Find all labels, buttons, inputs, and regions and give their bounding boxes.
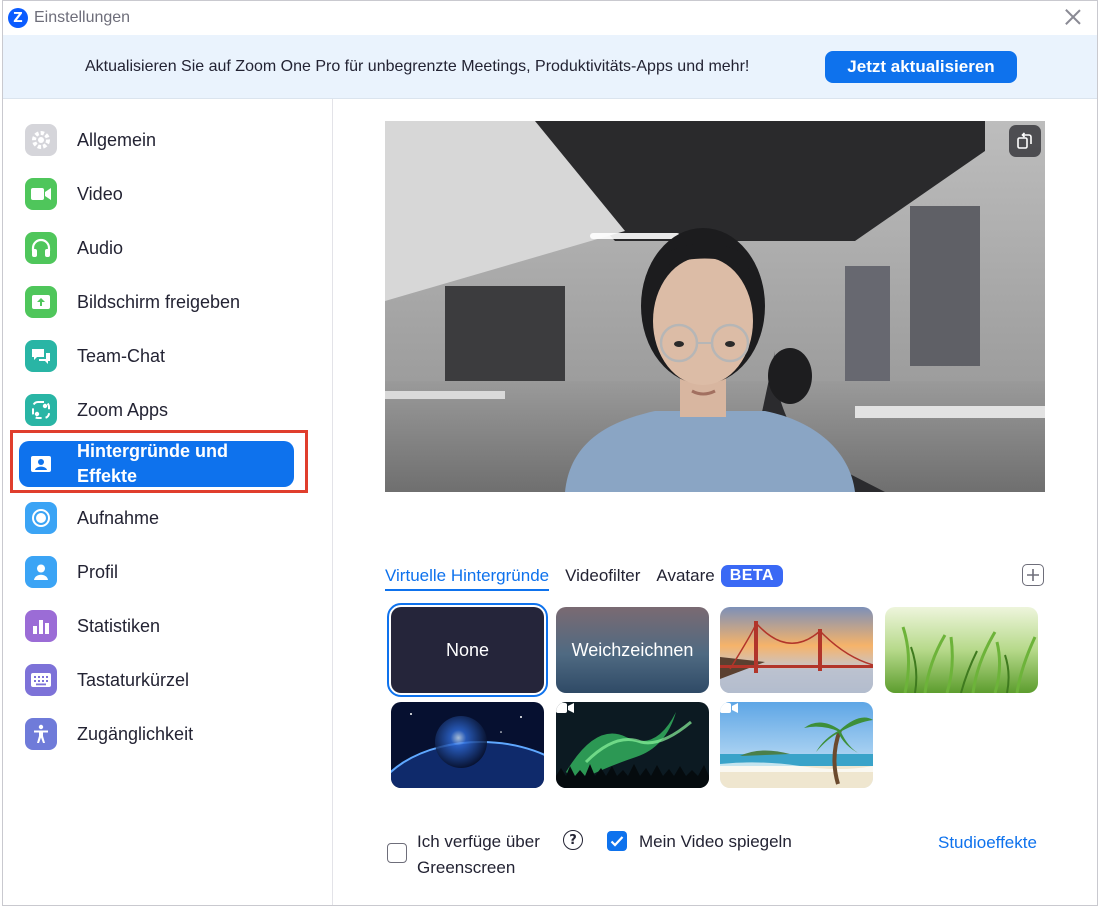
tab-virtuelle-hintergruende[interactable]: Virtuelle Hintergründe — [385, 561, 550, 591]
rotate-icon — [1017, 132, 1032, 149]
background-tile-earth-from-space[interactable] — [391, 702, 544, 788]
accessibility-icon — [25, 718, 57, 750]
sidebar-item-label: Allgemein — [77, 129, 157, 150]
sidebar-item-label: Audio — [77, 237, 124, 258]
chat-bubble-icon — [25, 340, 57, 372]
sidebar-item-bildschirm-freigeben[interactable]: Bildschirm freigeben — [19, 280, 294, 324]
rotate-video-button[interactable] — [1009, 125, 1041, 157]
sidebar-item-label: Tastaturkürzel — [77, 669, 190, 690]
apps-icon — [25, 394, 57, 426]
settings-sidebar: Allgemein Video Audio Bildschirm freigeb… — [3, 99, 333, 905]
window-title: Einstellungen — [34, 9, 131, 26]
plus-icon — [1027, 569, 1039, 581]
background-tile-label: None — [445, 639, 490, 660]
camera-preview — [385, 121, 1045, 492]
video-background-icon — [556, 703, 574, 713]
mirror-video-checkbox[interactable] — [607, 831, 627, 851]
background-tile-none[interactable]: None — [387, 603, 548, 697]
green-grass-image — [885, 607, 1038, 693]
background-tile-green-grass[interactable] — [885, 607, 1038, 693]
checkmark-icon — [610, 836, 624, 847]
sidebar-item-hintergruende-und-effekte[interactable]: Hintergründe und Effekte — [19, 441, 294, 487]
sidebar-item-profil[interactable]: Profil — [19, 550, 294, 594]
help-icon[interactable]: ? — [563, 830, 583, 850]
video-background-icon — [720, 703, 738, 713]
add-background-button[interactable] — [1022, 564, 1044, 586]
keyboard-icon — [25, 664, 57, 696]
greenscreen-label-line2: Greenscreen — [417, 858, 516, 877]
sidebar-item-label: Team-Chat — [77, 345, 166, 366]
background-tile-golden-gate-bridge[interactable] — [720, 607, 873, 693]
record-icon — [25, 502, 57, 534]
sidebar-item-allgemein[interactable]: Allgemein — [19, 118, 294, 162]
camera-preview-image — [385, 121, 1045, 492]
close-icon[interactable] — [1063, 7, 1083, 27]
sidebar-item-label: Bildschirm freigeben — [77, 291, 241, 312]
palm-beach-image — [720, 702, 873, 788]
greenscreen-label-line1: Ich verfüge über — [417, 832, 540, 851]
upgrade-button[interactable]: Jetzt aktualisieren — [825, 51, 1017, 83]
sidebar-item-team-chat[interactable]: Team-Chat — [19, 334, 294, 378]
settings-window: Z Einstellungen Aktualisieren Sie auf Zo… — [2, 0, 1098, 906]
background-tile-label: Weichzeichnen — [571, 639, 694, 660]
sidebar-item-zoom-apps[interactable]: Zoom Apps — [19, 388, 294, 432]
sidebar-item-label: Profil — [77, 561, 119, 582]
sidebar-item-statistiken[interactable]: Statistiken — [19, 604, 294, 648]
background-tabs: Virtuelle Hintergründe Videofilter Avata… — [385, 561, 784, 591]
gear-icon — [25, 124, 57, 156]
sidebar-item-label: Video — [77, 183, 123, 204]
sidebar-item-label: Aufnahme — [77, 507, 160, 528]
earth-from-space-image — [391, 702, 544, 788]
sidebar-item-label: Zoom Apps — [77, 399, 169, 420]
sidebar-item-tastaturkuerzel[interactable]: Tastaturkürzel — [19, 658, 294, 702]
banner-text: Aktualisieren Sie auf Zoom One Pro für u… — [85, 58, 750, 75]
sidebar-item-audio[interactable]: Audio — [19, 226, 294, 270]
sidebar-item-label: Statistiken — [77, 615, 161, 636]
user-icon — [25, 556, 57, 588]
tab-avatare[interactable]: Avatare — [656, 561, 714, 591]
northern-lights-image — [556, 702, 709, 788]
studio-effects-link[interactable]: Studioeffekte — [938, 833, 1037, 853]
beta-badge: BETA — [720, 565, 784, 587]
headphones-icon — [25, 232, 57, 264]
sidebar-item-label: Zugänglichkeit — [77, 723, 194, 744]
portrait-icon — [25, 448, 57, 480]
upgrade-banner: Aktualisieren Sie auf Zoom One Pro für u… — [3, 35, 1097, 99]
background-tile-blur[interactable]: Weichzeichnen — [556, 607, 709, 693]
title-bar: Z Einstellungen — [3, 1, 1097, 35]
background-tile-northern-lights[interactable] — [556, 702, 709, 788]
zoom-logo-icon: Z — [8, 8, 28, 28]
video-camera-icon — [25, 178, 57, 210]
mirror-video-label: Mein Video spiegeln — [639, 832, 792, 851]
sidebar-item-video[interactable]: Video — [19, 172, 294, 216]
golden-gate-bridge-image — [720, 607, 873, 693]
tab-videofilter[interactable]: Videofilter — [565, 561, 640, 591]
sidebar-item-aufnahme[interactable]: Aufnahme — [19, 496, 294, 540]
greenscreen-checkbox[interactable] — [387, 843, 407, 863]
sidebar-item-zugaenglichkeit[interactable]: Zugänglichkeit — [19, 712, 294, 756]
background-tile-palm-beach[interactable] — [720, 702, 873, 788]
share-screen-icon — [25, 286, 57, 318]
sidebar-item-label: Hintergründe und Effekte — [77, 441, 228, 486]
statistics-icon — [25, 610, 57, 642]
